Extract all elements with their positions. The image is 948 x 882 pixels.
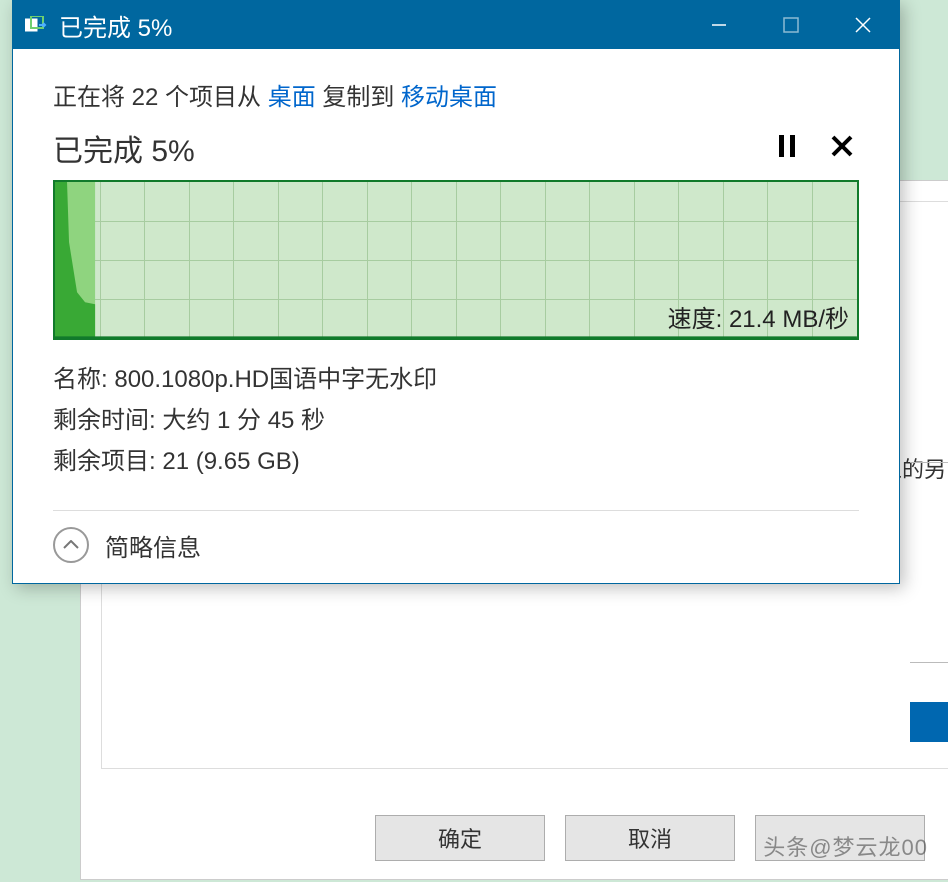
fewer-details-label: 简略信息 [105, 528, 201, 563]
titlebar: 已完成 5% [13, 1, 899, 49]
window-title: 已完成 5% [59, 8, 683, 43]
copy-description: 正在将 22 个项目从 桌面 复制到 移动桌面 [53, 77, 859, 112]
ok-button[interactable]: 确定 [375, 815, 545, 861]
background-highlight-bar [910, 702, 948, 742]
watermark: 头条@梦云龙00 [763, 830, 928, 862]
items-remaining-label: 剩余项目: [53, 448, 162, 475]
minimize-button[interactable] [683, 1, 755, 49]
name-value: 800.1080p.HD国语中字无水印 [114, 366, 437, 393]
copy-icon [25, 16, 47, 34]
maximize-button[interactable] [755, 1, 827, 49]
background-divider [910, 462, 948, 463]
time-remaining-label: 剩余时间: [53, 407, 162, 434]
items-remaining-value: 21 (9.65 GB) [162, 448, 299, 475]
background-divider [910, 662, 948, 663]
cancel-button[interactable]: 取消 [565, 815, 735, 861]
copy-progress-dialog: 已完成 5% 正在将 22 个项目从 桌面 复制到 移动桌面 已完成 5% [12, 0, 900, 584]
transfer-speed-chart: 速度: 21.4 MB/秒 [53, 180, 859, 340]
fewer-details-toggle[interactable]: 简略信息 [53, 527, 859, 563]
name-label: 名称: [53, 366, 114, 393]
copy-prefix: 正在将 22 个项目从 [53, 84, 268, 111]
speed-label: 速度: 21.4 MB/秒 [668, 299, 849, 334]
time-remaining-value: 大约 1 分 45 秒 [162, 407, 325, 434]
source-link[interactable]: 桌面 [268, 84, 316, 111]
chevron-up-icon [53, 527, 89, 563]
pause-button[interactable] [777, 135, 797, 162]
details-block: 名称: 800.1080p.HD国语中字无水印 剩余时间: 大约 1 分 45 … [53, 360, 859, 482]
close-button[interactable] [827, 1, 899, 49]
divider [53, 510, 859, 511]
dest-link[interactable]: 移动桌面 [401, 84, 497, 111]
progress-status: 已完成 5% [53, 126, 777, 170]
cancel-x-button[interactable] [831, 135, 853, 162]
copy-mid: 复制到 [316, 84, 401, 111]
